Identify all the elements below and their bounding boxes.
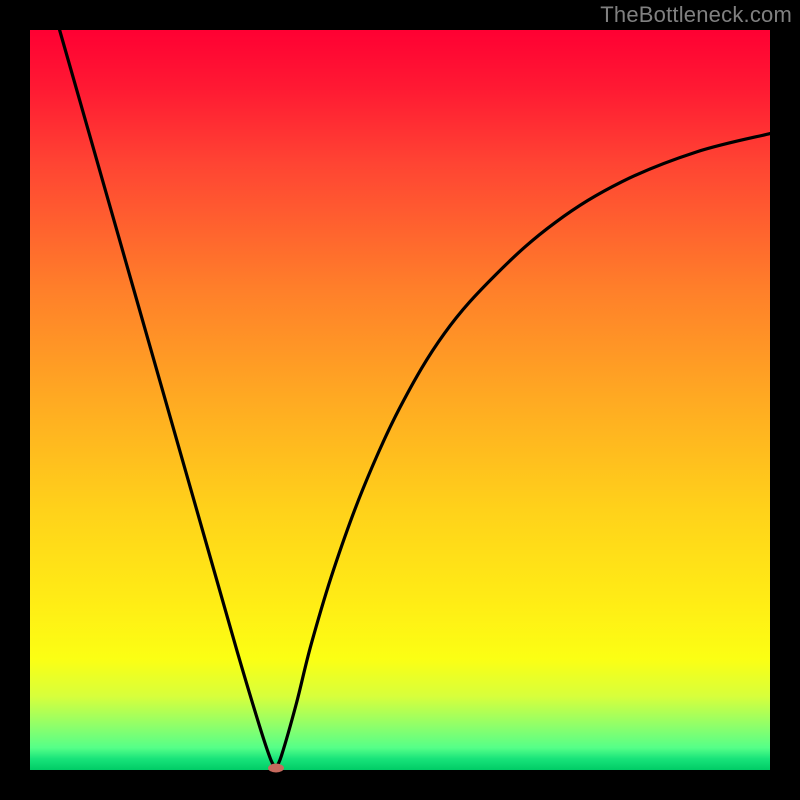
curve-path — [60, 30, 770, 769]
chart-frame: TheBottleneck.com — [0, 0, 800, 800]
plot-area — [30, 30, 770, 770]
dip-marker — [268, 763, 284, 772]
watermark-text: TheBottleneck.com — [600, 2, 792, 28]
curve-svg — [30, 30, 770, 770]
